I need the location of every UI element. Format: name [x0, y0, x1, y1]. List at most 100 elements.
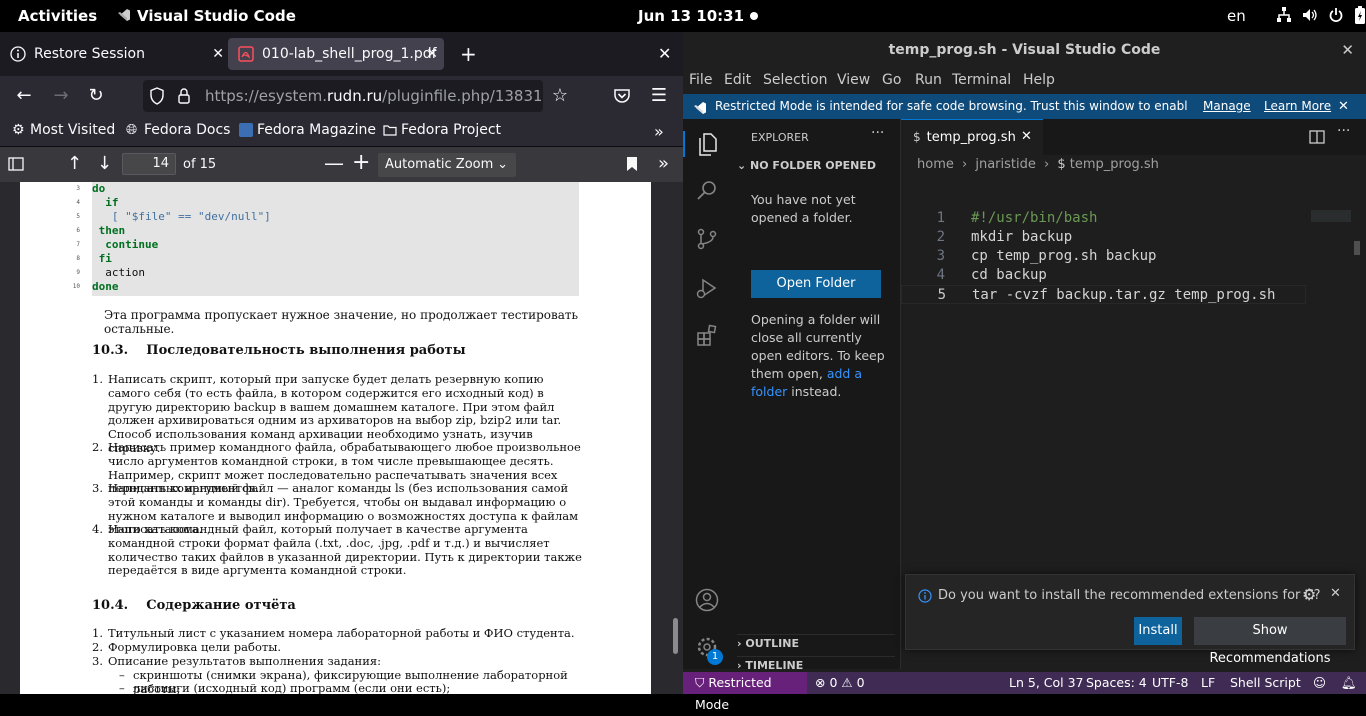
outline-section[interactable]: › OUTLINE — [737, 634, 895, 650]
url-bar[interactable]: https://esystem.rudn.ru/pluginfile.php/1… — [143, 80, 543, 112]
close-window-icon[interactable]: ✕ — [1341, 32, 1354, 68]
problems-status[interactable]: ⊗ 0 ⚠ 0 — [815, 672, 865, 694]
scrollbar-thumb[interactable] — [1354, 241, 1360, 255]
search-icon[interactable] — [695, 178, 719, 202]
end-of-line[interactable]: LF — [1201, 672, 1215, 694]
banner-text: Restricted Mode is intended for safe cod… — [715, 99, 1187, 113]
zoom-out-icon[interactable]: — — [324, 151, 344, 175]
breadcrumb-item[interactable]: temp_prog.sh — [1070, 157, 1159, 172]
activities-button[interactable]: Activities — [18, 7, 97, 25]
url-text: https://esystem.rudn.ru/pluginfile.php/1… — [205, 87, 541, 105]
chevron-right-icon[interactable]: » — [654, 122, 664, 141]
menu-selection[interactable]: Selection — [763, 72, 828, 88]
page-number-input[interactable]: 14 — [122, 153, 176, 175]
feedback-icon[interactable]: ☺ — [1313, 672, 1326, 694]
reload-icon[interactable]: ↻ — [85, 85, 107, 107]
menu-run[interactable]: Run — [915, 72, 942, 88]
volume-icon — [1302, 6, 1318, 24]
tab-strip: Restore Session ✕ 010-lab_shell_prog_1.p… — [0, 32, 683, 76]
extensions-icon[interactable] — [695, 324, 719, 348]
source-control-icon[interactable] — [695, 227, 719, 251]
lock-icon[interactable] — [177, 87, 191, 109]
gear-icon[interactable]: ⚙ — [1302, 585, 1316, 604]
info-icon — [918, 589, 932, 603]
minimap[interactable] — [1311, 210, 1351, 222]
bookmark-most-visited[interactable]: ⚙ Most Visited — [12, 122, 115, 138]
editor-tab-temp-prog[interactable]: $ temp_prog.sh ✕ — [901, 119, 1043, 155]
code-line: 5 [ "$file" == "dev/null"] — [76, 210, 271, 223]
menu-edit[interactable]: Edit — [724, 72, 751, 88]
timeline-section[interactable]: › TIMELINE — [737, 656, 895, 672]
open-folder-button[interactable]: Open Folder — [751, 270, 881, 298]
restricted-mode-status[interactable]: ⛉ Restricted Mode — [683, 672, 807, 712]
arrow-down-icon[interactable]: ↓ — [97, 153, 112, 174]
bookmark-fedora-project[interactable]: Fedora Project — [383, 122, 501, 138]
list-item: 1. Титульный лист с указанием номера лабо… — [92, 626, 575, 640]
vscode-icon — [118, 9, 130, 21]
close-icon[interactable]: ✕ — [1330, 586, 1341, 601]
pdf-viewer[interactable]: 3 do 4 if 5 [ "$file" == "dev/null"] 6 th… — [0, 182, 683, 694]
list-item: 3. Описание результатов выполнения задани… — [92, 654, 382, 668]
breadcrumb-item[interactable]: jnaristide — [975, 157, 1036, 172]
input-language[interactable]: en — [1227, 7, 1246, 25]
scrollbar-thumb[interactable] — [673, 618, 678, 654]
more-actions-icon[interactable]: ··· — [1337, 123, 1350, 139]
clock[interactable]: Jun 13 10:31 — [638, 7, 744, 25]
sidebar-toggle-icon[interactable] — [8, 156, 24, 176]
menu-go[interactable]: Go — [882, 72, 901, 88]
close-icon[interactable]: ✕ — [426, 46, 438, 62]
cursor-position[interactable]: Ln 5, Col 37 — [1009, 672, 1084, 694]
zoom-in-icon[interactable]: + — [352, 150, 370, 175]
pocket-icon[interactable] — [611, 85, 633, 107]
menu-help[interactable]: Help — [1023, 72, 1055, 88]
forward-icon[interactable]: → — [50, 85, 72, 107]
tab-restore-session[interactable]: Restore Session ✕ — [0, 38, 230, 70]
close-icon[interactable]: ✕ — [1021, 120, 1032, 154]
tab-pdf[interactable]: 010-lab_shell_prog_1.pdf ✕ — [228, 38, 444, 70]
menu-terminal[interactable]: Terminal — [952, 72, 1011, 88]
run-debug-icon[interactable] — [695, 276, 719, 300]
no-folder-section[interactable]: ⌄ NO FOLDER OPENED — [737, 159, 876, 172]
close-icon[interactable]: ✕ — [1338, 94, 1349, 119]
paragraph: Эта программа пропускает нужное значение… — [104, 308, 579, 336]
menu-icon[interactable]: ☰ — [648, 85, 670, 107]
explorer-sidebar: EXPLORER ··· ⌄ NO FOLDER OPENED You have… — [731, 119, 901, 672]
more-actions-icon[interactable]: ··· — [871, 125, 884, 141]
close-icon[interactable]: ✕ — [212, 46, 224, 62]
code-line-current[interactable]: 5 tar -cvzf backup.tar.gz temp_prog.sh — [901, 285, 1306, 304]
code-line: 8 fi — [76, 252, 112, 265]
star-icon[interactable]: ☆ — [549, 85, 571, 107]
bookmark-icon[interactable] — [626, 156, 638, 176]
indentation[interactable]: Spaces: 4 — [1086, 672, 1147, 694]
bookmarks-toolbar: ⚙ Most Visited 🌐︎ Fedora Docs Fedora Magaz… — [0, 116, 683, 146]
app-menu[interactable]: Visual Studio Code — [117, 7, 296, 25]
pdf-toolbar: ↑ ↓ 14 of 15 — + Automatic Zoom ⌄ » — [0, 146, 683, 183]
accounts-icon[interactable] — [695, 588, 719, 612]
zoom-select[interactable]: Automatic Zoom ⌄ — [378, 153, 516, 177]
arrow-up-icon[interactable]: ↑ — [67, 153, 82, 174]
breadcrumb-item[interactable]: home — [917, 157, 954, 172]
tools-chevron-icon[interactable]: » — [658, 153, 669, 174]
close-window-icon[interactable]: ✕ — [658, 44, 671, 63]
bookmark-fedora-docs[interactable]: 🌐︎ Fedora Docs — [126, 122, 230, 138]
system-tray[interactable] — [1276, 6, 1366, 24]
back-icon[interactable]: ← — [13, 85, 35, 107]
menu-file[interactable]: File — [689, 72, 712, 88]
language-mode[interactable]: Shell Script — [1230, 672, 1301, 694]
tab-label: 010-lab_shell_prog_1.pdf — [262, 46, 437, 62]
new-tab-icon[interactable]: + — [460, 42, 477, 66]
install-button[interactable]: Install — [1134, 617, 1182, 645]
shield-icon: ⛉ — [695, 675, 709, 690]
encoding[interactable]: UTF-8 — [1152, 672, 1188, 694]
shield-icon[interactable] — [149, 87, 165, 109]
error-icon: ⊗ — [815, 675, 830, 690]
show-recommendations-button[interactable]: Show Recommendations — [1194, 617, 1346, 666]
notifications-bell-icon[interactable]: 🔔︎ — [1341, 672, 1357, 694]
bookmark-fedora-magazine[interactable]: Fedora Magazine — [239, 122, 376, 138]
split-editor-icon[interactable] — [1309, 129, 1325, 149]
explorer-icon[interactable] — [683, 131, 731, 157]
manage-link[interactable]: Manage — [1203, 94, 1251, 119]
menu-view[interactable]: View — [837, 72, 870, 88]
learn-more-link[interactable]: Learn More — [1264, 94, 1331, 119]
notification-message: Do you want to install the recommended e… — [938, 588, 1321, 603]
